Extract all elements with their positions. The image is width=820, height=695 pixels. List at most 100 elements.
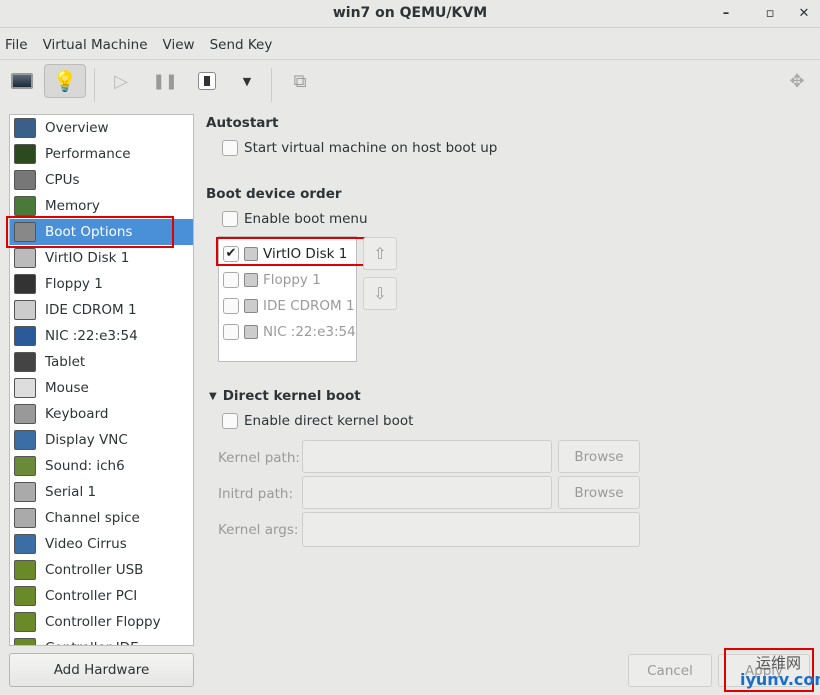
sidebar-item-cpus[interactable]: CPUs — [10, 167, 193, 193]
watermark: 运维网 iyunv.com — [724, 648, 820, 692]
menu-view[interactable]: View — [158, 32, 201, 58]
boot-device-item[interactable]: Floppy 1 — [219, 267, 356, 293]
shutdown-menu-button[interactable]: ▼ — [226, 64, 268, 98]
autostart-checkbox[interactable]: Start virtual machine on host boot up — [222, 140, 497, 156]
initrd-path-label: Initrd path: — [218, 486, 293, 502]
sidebar-item-label: Controller PCI — [45, 588, 138, 604]
kernel-browse-button[interactable]: Browse — [558, 440, 640, 473]
sidebar-item-label: CPUs — [45, 172, 80, 188]
sidebar-item-virtio-disk-1[interactable]: VirtIO Disk 1 — [10, 245, 193, 271]
fullscreen-button[interactable]: ⧉ — [279, 64, 321, 98]
boot-device-item[interactable]: IDE CDROM 1 — [219, 293, 356, 319]
sidebar-item-label: Serial 1 — [45, 484, 97, 500]
sidebar-item-video-cirrus[interactable]: Video Cirrus — [10, 531, 193, 557]
kernel-args-label: Kernel args: — [218, 522, 299, 538]
sidebar-item-label: Tablet — [45, 354, 86, 370]
kernel-args-input[interactable] — [302, 512, 640, 547]
sidebar-item-label: VirtIO Disk 1 — [45, 250, 130, 266]
sidebar-item-overview[interactable]: Overview — [10, 115, 193, 141]
lightbulb-icon: 💡 — [52, 69, 78, 93]
close-button[interactable]: ✕ — [794, 4, 814, 24]
boot-device-checkbox[interactable] — [223, 272, 239, 288]
sidebar-item-display-vnc[interactable]: Display VNC — [10, 427, 193, 453]
play-icon: ▷ — [114, 70, 128, 92]
sidebar-item-sound-ich6[interactable]: Sound: ich6 — [10, 453, 193, 479]
kernel-path-input[interactable] — [302, 440, 552, 473]
highlight-box — [6, 216, 174, 248]
sidebar-item-performance[interactable]: Performance — [10, 141, 193, 167]
resize-button[interactable]: ✥ — [776, 64, 818, 98]
minimize-button[interactable]: – — [716, 4, 736, 24]
sidebar-item-channel-spice[interactable]: Channel spice — [10, 505, 193, 531]
initrd-path-input[interactable] — [302, 476, 552, 509]
device-icon — [244, 273, 258, 287]
kernel-boot-heading: Direct kernel boot — [222, 388, 361, 404]
checkbox[interactable] — [222, 211, 238, 227]
kernel-path-label: Kernel path: — [218, 450, 300, 466]
pause-button[interactable]: ❚❚ — [144, 64, 186, 98]
device-icon — [14, 300, 36, 320]
pause-icon: ❚❚ — [152, 72, 178, 90]
boot-device-label: Floppy 1 — [263, 272, 321, 288]
add-hardware-button[interactable]: Add Hardware — [9, 653, 194, 687]
maximize-button[interactable]: ▫ — [760, 4, 780, 24]
toolbar: 💡 ▷ ❚❚ ▼ ⧉ ✥ — [0, 59, 820, 103]
device-icon — [14, 404, 36, 424]
sidebar-item-label: Performance — [45, 146, 131, 162]
checkbox[interactable] — [222, 413, 238, 429]
monitor-icon — [11, 73, 33, 89]
details-button[interactable]: 💡 — [44, 64, 86, 98]
sidebar-item-label: Channel spice — [45, 510, 140, 526]
device-icon — [14, 586, 36, 606]
boot-device-item[interactable]: NIC :22:e3:54 — [219, 319, 356, 345]
window-title: win7 on QEMU/KVM — [332, 5, 488, 21]
menu-send-key[interactable]: Send Key — [205, 32, 279, 58]
sidebar-item-controller-floppy[interactable]: Controller Floppy — [10, 609, 193, 635]
device-icon — [14, 118, 36, 138]
sidebar-item-label: Overview — [45, 120, 109, 136]
cancel-button[interactable]: Cancel — [628, 654, 712, 687]
sidebar-item-controller-pci[interactable]: Controller PCI — [10, 583, 193, 609]
device-icon — [244, 299, 258, 313]
device-icon — [14, 144, 36, 164]
sidebar-item-controller-usb[interactable]: Controller USB — [10, 557, 193, 583]
screens-icon: ⧉ — [293, 70, 307, 92]
move-down-button[interactable]: ⇩ — [363, 277, 397, 310]
sidebar-item-controller-ide[interactable]: Controller IDE — [10, 635, 193, 645]
boot-device-checkbox[interactable] — [223, 298, 239, 314]
sidebar-item-tablet[interactable]: Tablet — [10, 349, 193, 375]
autostart-heading: Autostart — [206, 115, 279, 131]
sidebar-item-keyboard[interactable]: Keyboard — [10, 401, 193, 427]
boot-device-label: IDE CDROM 1 — [263, 298, 355, 314]
sidebar-item-ide-cdrom-1[interactable]: IDE CDROM 1 — [10, 297, 193, 323]
sidebar-item-label: Memory — [45, 198, 100, 214]
shutdown-button[interactable] — [186, 64, 228, 98]
device-icon — [14, 430, 36, 450]
kernel-boot-expander[interactable]: ▼ Direct kernel boot — [209, 388, 361, 404]
sidebar-item-label: Sound: ich6 — [45, 458, 125, 474]
device-icon — [14, 326, 36, 346]
boot-device-checkbox[interactable] — [223, 324, 239, 340]
device-icon — [14, 482, 36, 502]
title-bar: win7 on QEMU/KVM — [0, 0, 820, 28]
move-icon: ✥ — [789, 70, 805, 92]
boot-menu-label: Enable boot menu — [244, 211, 368, 227]
menu-virtual-machine[interactable]: Virtual Machine — [38, 32, 154, 58]
device-icon — [14, 352, 36, 372]
move-up-button[interactable]: ⇧ — [363, 237, 397, 270]
checkbox[interactable] — [222, 140, 238, 156]
sidebar-item-nic-22-e3-54[interactable]: NIC :22:e3:54 — [10, 323, 193, 349]
boot-menu-checkbox[interactable]: Enable boot menu — [222, 211, 368, 227]
initrd-browse-button[interactable]: Browse — [558, 476, 640, 509]
kernel-boot-checkbox[interactable]: Enable direct kernel boot — [222, 413, 413, 429]
sidebar-item-floppy-1[interactable]: Floppy 1 — [10, 271, 193, 297]
boot-device-label: NIC :22:e3:54 — [263, 324, 356, 340]
console-button[interactable] — [1, 64, 43, 98]
run-button[interactable]: ▷ — [100, 64, 142, 98]
dropdown-arrow-icon: ▼ — [242, 74, 252, 88]
device-icon — [14, 248, 36, 268]
sidebar-item-mouse[interactable]: Mouse — [10, 375, 193, 401]
menu-file[interactable]: File — [0, 32, 34, 58]
device-icon — [14, 560, 36, 580]
sidebar-item-serial-1[interactable]: Serial 1 — [10, 479, 193, 505]
